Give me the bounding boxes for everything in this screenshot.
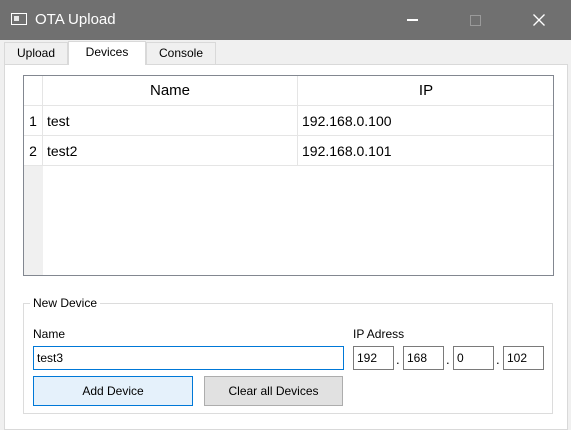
tab-upload[interactable]: Upload <box>4 42 68 64</box>
ip-octet-2-input[interactable] <box>403 346 444 370</box>
ip-separator: . <box>446 352 450 367</box>
minimize-icon <box>406 19 418 21</box>
tab-console[interactable]: Console <box>146 42 216 64</box>
name-label: Name <box>33 327 66 341</box>
ip-octet-1-input[interactable] <box>353 346 394 370</box>
ip-octet-4-input[interactable] <box>503 346 544 370</box>
ip-address-label: IP Adress <box>353 327 405 341</box>
group-title: New Device <box>30 296 101 310</box>
table-corner-button[interactable] <box>24 76 43 106</box>
minimize-button[interactable] <box>389 0 435 40</box>
device-ip-cell[interactable]: 192.168.0.100 <box>298 106 553 136</box>
row-number[interactable]: 2 <box>24 136 43 166</box>
table-row[interactable]: 1 test 192.168.0.100 <box>24 106 553 136</box>
device-name-input[interactable] <box>33 346 344 370</box>
close-button[interactable] <box>516 0 562 40</box>
close-icon <box>533 14 545 26</box>
device-name-cell[interactable]: test2 <box>43 136 298 166</box>
devices-table[interactable]: Name IP 1 test 192.168.0.100 2 test2 192… <box>23 75 554 276</box>
title-bar: OTA Upload <box>0 0 571 40</box>
device-ip-cell[interactable]: 192.168.0.101 <box>298 136 553 166</box>
tab-devices[interactable]: Devices <box>68 41 146 65</box>
column-header-ip[interactable]: IP <box>298 76 553 106</box>
ip-separator: . <box>496 352 500 367</box>
maximize-icon <box>469 14 481 26</box>
ip-separator: . <box>396 352 400 367</box>
app-window-icon <box>11 13 27 25</box>
row-number[interactable]: 1 <box>24 106 43 136</box>
device-name-cell[interactable]: test <box>43 106 298 136</box>
add-device-button[interactable]: Add Device <box>33 376 193 406</box>
window-title: OTA Upload <box>35 11 116 28</box>
ip-octet-3-input[interactable] <box>453 346 494 370</box>
column-header-name[interactable]: Name <box>43 76 298 106</box>
clear-all-devices-button[interactable]: Clear all Devices <box>204 376 343 406</box>
table-row[interactable]: 2 test2 192.168.0.101 <box>24 136 553 166</box>
maximize-button <box>452 0 498 40</box>
